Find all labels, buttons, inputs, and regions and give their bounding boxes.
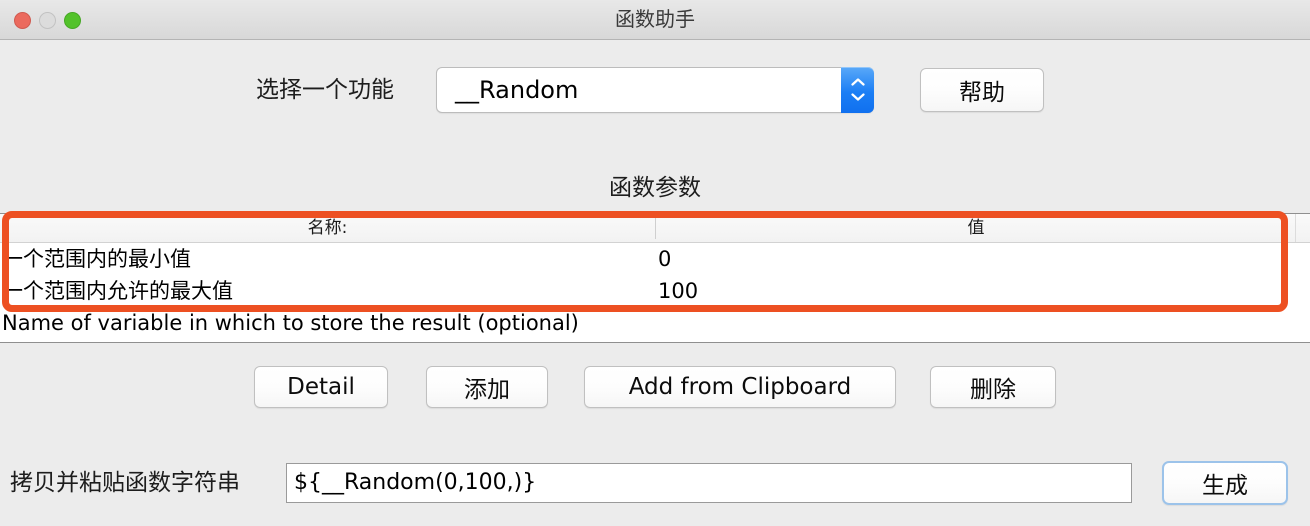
- table-row[interactable]: 一个范围内的最小值 0: [0, 243, 1310, 275]
- param-name[interactable]: 一个范围内允许的最大值: [2, 275, 652, 307]
- chevron-down-icon: [850, 93, 865, 101]
- window-title: 函数助手: [615, 7, 695, 31]
- function-selector-label: 选择一个功能: [256, 77, 394, 103]
- function-string-input[interactable]: ${__Random(0,100,)}: [286, 463, 1132, 503]
- function-selector-row: 选择一个功能 __Random: [0, 62, 1310, 118]
- params-table: 名称: 值 一个范围内的最小值 0 一个范围内允许的最大值 100 Name o…: [0, 213, 1310, 343]
- param-value[interactable]: 0: [658, 243, 1278, 275]
- table-row[interactable]: 一个范围内允许的最大值 100: [0, 275, 1310, 307]
- title-bar: 函数助手: [0, 0, 1310, 40]
- param-name[interactable]: 一个范围内的最小值: [2, 243, 652, 275]
- params-table-header: 名称: 值: [0, 214, 1310, 243]
- add-button[interactable]: 添加: [426, 366, 548, 408]
- function-select-stepper[interactable]: [841, 67, 874, 113]
- column-header-name[interactable]: 名称:: [0, 214, 655, 242]
- param-name[interactable]: Name of variable in which to store the r…: [2, 307, 652, 339]
- table-scrollbar-header: [1295, 214, 1310, 242]
- chevron-up-icon: [850, 78, 865, 86]
- detail-button[interactable]: Detail: [254, 366, 388, 408]
- param-value[interactable]: 100: [658, 275, 1278, 307]
- delete-button[interactable]: 删除: [930, 366, 1056, 408]
- table-row[interactable]: Name of variable in which to store the r…: [0, 307, 1310, 339]
- param-value[interactable]: [658, 307, 1278, 339]
- function-string-label: 拷贝并粘贴函数字符串: [10, 470, 240, 496]
- function-select-value: __Random: [455, 76, 579, 104]
- params-heading: 函数参数: [609, 175, 701, 201]
- help-button[interactable]: 帮助: [920, 68, 1044, 112]
- function-string-value: ${__Random(0,100,)}: [294, 470, 537, 495]
- function-helper-window: 函数助手 选择一个功能 __Random 帮助 函数参数 名称: 值 一个范围内…: [0, 0, 1310, 526]
- add-from-clipboard-button[interactable]: Add from Clipboard: [584, 366, 896, 408]
- column-header-value[interactable]: 值: [656, 214, 1296, 242]
- function-select[interactable]: __Random: [436, 67, 874, 113]
- generate-button[interactable]: 生成: [1162, 461, 1288, 505]
